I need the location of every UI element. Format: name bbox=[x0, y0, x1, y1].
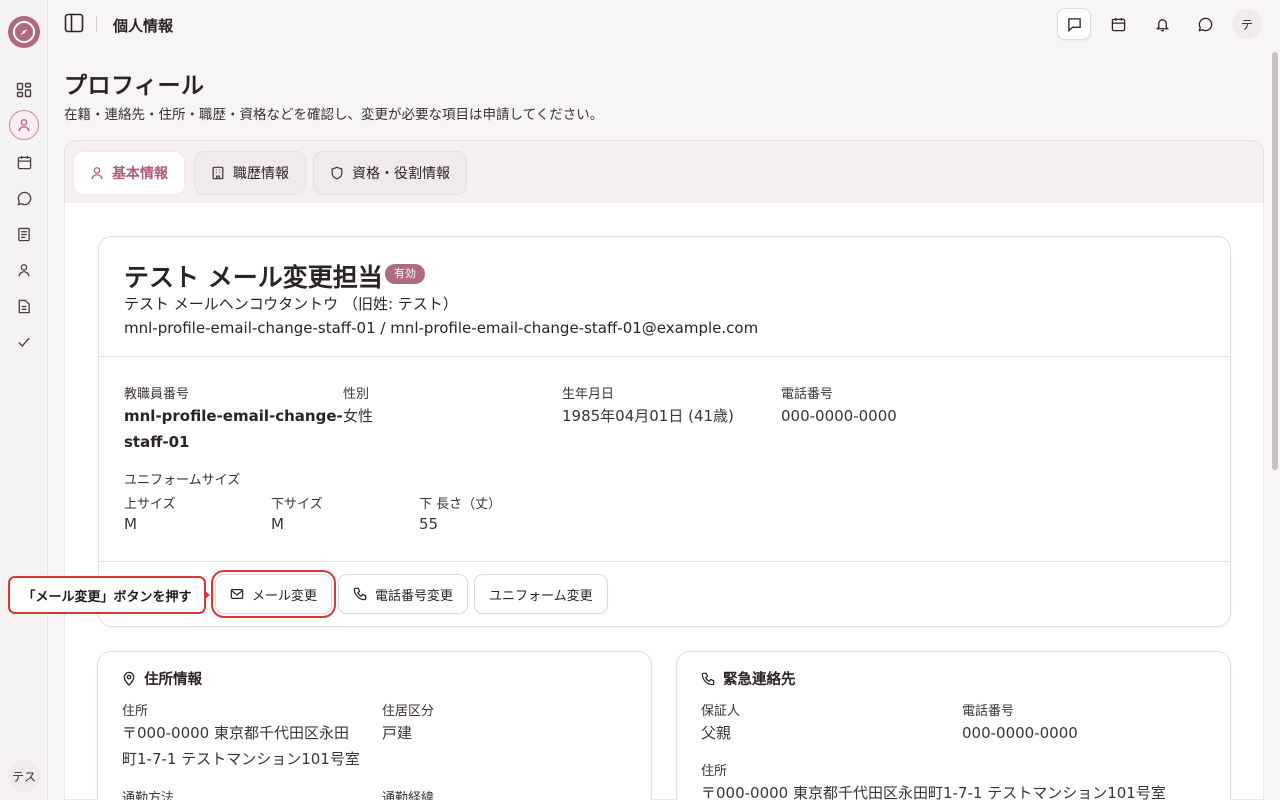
profile-email: mnl-profile-email-change-staff-01 / mnl-… bbox=[124, 319, 759, 337]
emergency-address-label: 住所 bbox=[701, 764, 728, 779]
staff-no-value-line2: staff-01 bbox=[124, 433, 190, 451]
uniform-bottom-label: 下サイズ bbox=[271, 497, 323, 512]
route-label: 通勤経緯 bbox=[382, 791, 435, 800]
birth-label: 生年月日 bbox=[562, 387, 615, 402]
notification-bell-button[interactable] bbox=[1145, 8, 1179, 40]
emergency-address-value: 〒000-0000 東京都千代田区永田町1-7-1 テストマンション101号室 bbox=[701, 784, 1166, 800]
tab-qualification-info[interactable]: 資格・役割情報 bbox=[313, 151, 467, 195]
guarantor-value: 父親 bbox=[701, 724, 732, 742]
phone-change-button[interactable]: 電話番号変更 bbox=[338, 574, 469, 614]
person-icon[interactable] bbox=[12, 258, 36, 282]
address-line2: 町1-7-1 テストマンション101号室 bbox=[122, 750, 360, 768]
chat-icon[interactable] bbox=[12, 186, 36, 210]
uniform-change-button[interactable]: ユニフォーム変更 bbox=[474, 574, 608, 614]
guarantor-label: 保証人 bbox=[701, 704, 741, 719]
gender-value: 女性 bbox=[343, 407, 374, 425]
uniform-length-value: 55 bbox=[419, 515, 439, 533]
uniform-top-label: 上サイズ bbox=[124, 497, 176, 512]
button-label: 電話番号変更 bbox=[375, 588, 454, 604]
emergency-section-title: 緊急連絡先 bbox=[701, 668, 796, 689]
address-label: 住所 bbox=[122, 704, 149, 719]
uniform-length-label: 下 長さ（丈） bbox=[419, 497, 502, 512]
staff-no-label: 教職員番号 bbox=[124, 387, 190, 402]
emergency-phone-label: 電話番号 bbox=[962, 704, 1015, 719]
divider bbox=[99, 561, 1230, 562]
breadcrumb: 個人情報 bbox=[113, 17, 174, 35]
sidebar-toggle-icon[interactable] bbox=[64, 13, 86, 35]
address-title-text: 住所情報 bbox=[144, 672, 202, 688]
compass-icon bbox=[13, 21, 35, 43]
page-description: 在籍・連絡先・住所・職歴・資格などを確認し、変更が必要な項目は申請してください。 bbox=[64, 107, 604, 123]
scrollbar-thumb[interactable] bbox=[1272, 52, 1278, 470]
staff-no-value-line1: mnl-profile-email-change- bbox=[124, 407, 343, 425]
building-icon bbox=[211, 166, 225, 180]
page-title: プロフィール bbox=[64, 73, 205, 99]
user-icon bbox=[90, 166, 104, 180]
messages-button[interactable] bbox=[1188, 8, 1222, 40]
profile-name: テスト メール変更担当 bbox=[124, 263, 383, 292]
app-logo[interactable] bbox=[8, 16, 40, 48]
emergency-title-text: 緊急連絡先 bbox=[723, 672, 796, 688]
tab-career-info[interactable]: 職歴情報 bbox=[194, 151, 306, 195]
instruction-callout: 「メール変更」ボタンを押す bbox=[8, 576, 206, 614]
address-line1: 〒000-0000 東京都千代田区永田 bbox=[122, 724, 349, 742]
uniform-top-value: M bbox=[124, 515, 137, 533]
phone-icon bbox=[701, 672, 715, 686]
tab-basic-info[interactable]: 基本情報 bbox=[73, 151, 185, 195]
book-icon[interactable] bbox=[12, 222, 36, 246]
sidebar-avatar[interactable]: テス bbox=[8, 760, 40, 792]
sidebar: テス bbox=[0, 0, 48, 800]
emergency-phone-value: 000-0000-0000 bbox=[962, 724, 1078, 742]
uniform-bottom-value: M bbox=[271, 515, 284, 533]
calendar-icon[interactable] bbox=[12, 150, 36, 174]
document-icon[interactable] bbox=[12, 294, 36, 318]
commute-label: 通勤方法 bbox=[122, 791, 175, 800]
user-avatar[interactable]: テ bbox=[1232, 9, 1262, 39]
top-bar: 個人情報 テ bbox=[48, 0, 1280, 48]
status-badge: 有効 bbox=[385, 264, 425, 284]
divider bbox=[99, 356, 1230, 357]
tab-label: 職歴情報 bbox=[233, 166, 289, 182]
button-label: メール変更 bbox=[252, 588, 318, 604]
shield-icon bbox=[330, 166, 344, 180]
callout-pointer bbox=[204, 590, 210, 600]
profile-kana: テスト メールヘンコウタントウ （旧姓: テスト） bbox=[124, 295, 458, 313]
feedback-button[interactable] bbox=[1057, 8, 1091, 40]
phone-label: 電話番号 bbox=[781, 387, 834, 402]
birth-value: 1985年04月01日 (41歳) bbox=[562, 407, 734, 425]
tab-label: 資格・役割情報 bbox=[352, 166, 450, 182]
button-label: ユニフォーム変更 bbox=[489, 588, 593, 604]
tab-label: 基本情報 bbox=[112, 166, 168, 182]
uniform-title: ユニフォームサイズ bbox=[124, 473, 241, 488]
tab-bar: 基本情報 職歴情報 資格・役割情報 bbox=[64, 140, 1264, 204]
address-section-title: 住所情報 bbox=[122, 668, 202, 689]
phone-value: 000-0000-0000 bbox=[781, 407, 897, 425]
map-pin-icon bbox=[122, 671, 136, 686]
residence-label: 住居区分 bbox=[382, 704, 435, 719]
email-change-button[interactable]: メール変更 bbox=[210, 570, 337, 618]
dashboard-icon[interactable] bbox=[12, 78, 36, 102]
residence-value: 戸建 bbox=[382, 724, 413, 742]
calendar-button[interactable] bbox=[1101, 8, 1135, 40]
mail-icon bbox=[230, 587, 244, 601]
user-icon[interactable] bbox=[9, 110, 39, 140]
phone-icon bbox=[353, 587, 367, 601]
check-icon[interactable] bbox=[12, 330, 36, 354]
header-divider bbox=[96, 16, 97, 32]
gender-label: 性別 bbox=[343, 387, 370, 402]
